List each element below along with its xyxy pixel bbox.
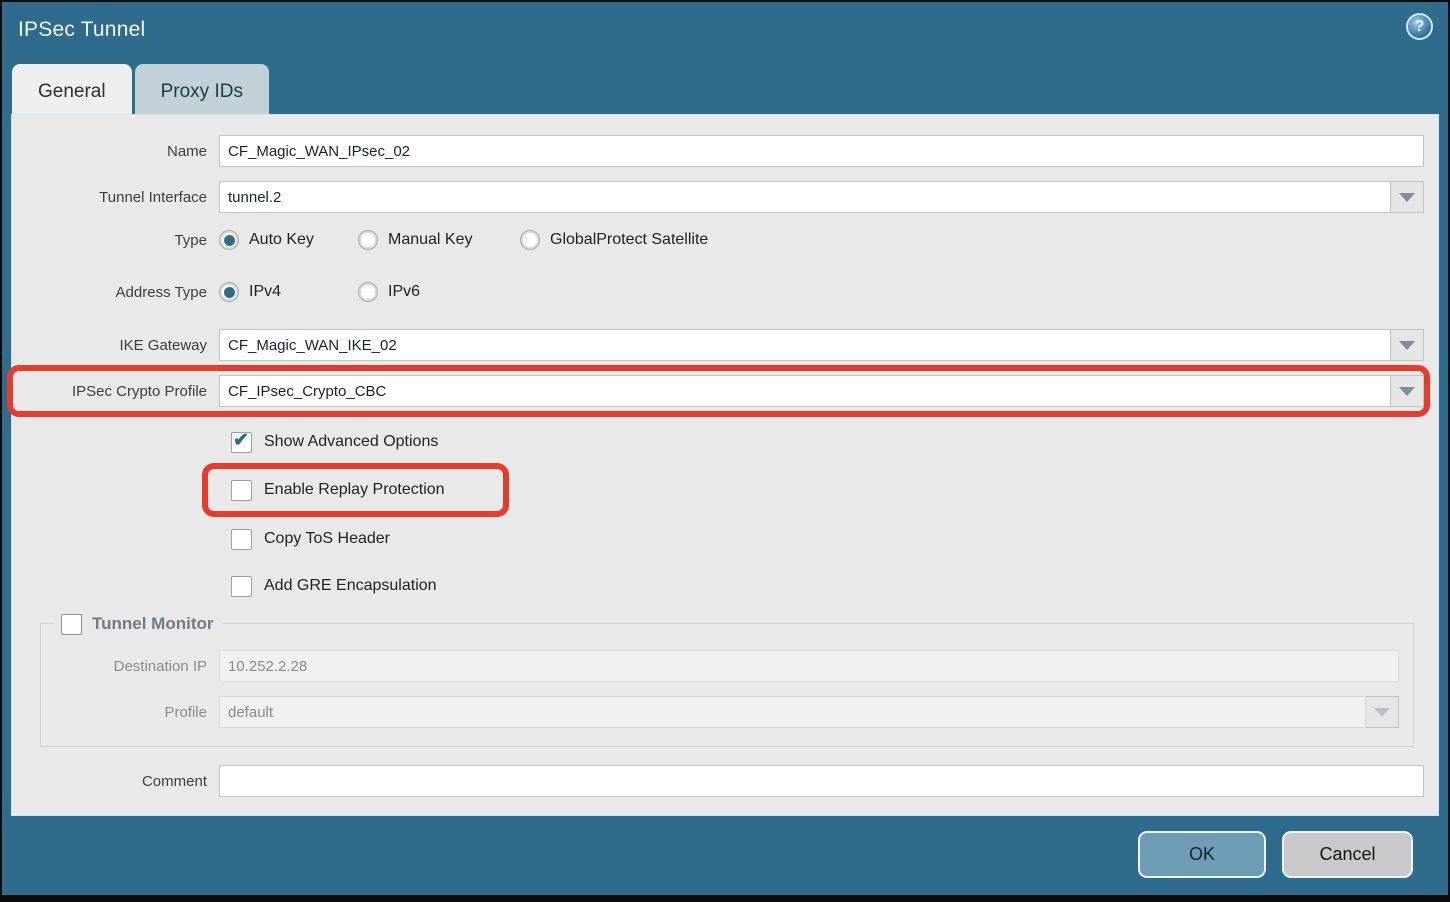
- chevron-down-icon: [1399, 387, 1415, 396]
- tunnel-interface-label: Tunnel Interface: [12, 189, 219, 206]
- profile-dropdown-button: [1366, 696, 1399, 728]
- show-advanced-options-checkbox[interactable]: [231, 432, 252, 453]
- dialog-titlebar: IPSec Tunnel ?: [2, 2, 1448, 64]
- ike-gateway-input[interactable]: CF_Magic_WAN_IKE_02: [219, 329, 1391, 361]
- show-advanced-options-row: Show Advanced Options: [231, 429, 1438, 455]
- profile-label: Profile: [41, 704, 219, 721]
- address-type-option-ipv4[interactable]: IPv4: [219, 282, 358, 302]
- type-label: Type: [12, 232, 219, 249]
- ipsec-crypto-profile-input[interactable]: CF_IPsec_Crypto_CBC: [219, 375, 1391, 407]
- type-option-manual-key[interactable]: Manual Key: [358, 230, 520, 250]
- ipsec-crypto-profile-row: IPSec Crypto Profile CF_IPsec_Crypto_CBC: [12, 375, 1424, 407]
- help-icon[interactable]: ?: [1406, 13, 1433, 40]
- type-row: Type Auto Key Manual Key GlobalProtect S…: [12, 227, 1424, 253]
- profile-input: default: [219, 696, 1366, 728]
- tab-general[interactable]: General: [12, 64, 132, 114]
- destination-ip-row: Destination IP 10.252.2.28: [41, 650, 1399, 682]
- tab-proxy-ids[interactable]: Proxy IDs: [135, 64, 269, 114]
- tunnel-monitor-label: Tunnel Monitor: [92, 614, 214, 634]
- name-input[interactable]: CF_Magic_WAN_IPsec_02: [219, 135, 1424, 167]
- tunnel-monitor-group: Tunnel Monitor Destination IP 10.252.2.2…: [40, 623, 1414, 747]
- tunnel-interface-dropdown-button[interactable]: [1391, 181, 1424, 213]
- radio-selected-icon[interactable]: [219, 230, 239, 250]
- enable-replay-protection-row: Enable Replay Protection: [231, 477, 1438, 503]
- radio-option-label: Auto Key: [249, 231, 314, 249]
- comment-input[interactable]: [219, 765, 1424, 797]
- add-gre-encapsulation-row: Add GRE Encapsulation: [231, 573, 1438, 599]
- name-row: Name CF_Magic_WAN_IPsec_02: [12, 135, 1424, 167]
- comment-row: Comment: [12, 765, 1424, 797]
- dialog-title: IPSec Tunnel: [18, 18, 145, 42]
- add-gre-encapsulation-checkbox[interactable]: [231, 576, 252, 597]
- radio-selected-icon[interactable]: [219, 282, 239, 302]
- checkbox-label: Add GRE Encapsulation: [264, 577, 437, 595]
- address-type-row: Address Type IPv4 IPv6: [12, 279, 1424, 305]
- comment-label: Comment: [12, 773, 219, 790]
- ike-gateway-dropdown-button[interactable]: [1391, 329, 1424, 361]
- ipsec-crypto-profile-label: IPSec Crypto Profile: [12, 383, 219, 400]
- tunnel-interface-input[interactable]: tunnel.2: [219, 181, 1391, 213]
- destination-ip-label: Destination IP: [41, 658, 219, 675]
- ike-gateway-row: IKE Gateway CF_Magic_WAN_IKE_02: [12, 329, 1424, 361]
- checkbox-label: Show Advanced Options: [264, 433, 438, 451]
- destination-ip-input: 10.252.2.28: [219, 650, 1399, 682]
- tunnel-monitor-legend: Tunnel Monitor: [53, 611, 222, 637]
- enable-replay-protection-checkbox[interactable]: [231, 480, 252, 501]
- address-type-option-ipv6[interactable]: IPv6: [358, 282, 420, 302]
- radio-unselected-icon[interactable]: [358, 282, 378, 302]
- address-type-label: Address Type: [12, 284, 219, 301]
- profile-row: Profile default: [41, 696, 1399, 728]
- radio-option-label: GlobalProtect Satellite: [550, 231, 708, 249]
- dialog-button-bar: OK Cancel: [2, 814, 1448, 895]
- checkbox-label: Copy ToS Header: [264, 530, 390, 548]
- radio-option-label: IPv6: [388, 283, 420, 301]
- radio-option-label: IPv4: [249, 283, 281, 301]
- chevron-down-icon: [1399, 341, 1415, 350]
- radio-unselected-icon[interactable]: [520, 230, 540, 250]
- checkbox-label: Enable Replay Protection: [264, 481, 445, 499]
- ipsec-tunnel-dialog: IPSec Tunnel ? General Proxy IDs Name CF…: [2, 2, 1448, 895]
- chevron-down-icon: [1399, 193, 1415, 202]
- copy-tos-header-checkbox[interactable]: [231, 529, 252, 550]
- ipsec-crypto-profile-dropdown-button[interactable]: [1391, 375, 1424, 407]
- copy-tos-header-row: Copy ToS Header: [231, 526, 1438, 552]
- type-option-auto-key[interactable]: Auto Key: [219, 230, 358, 250]
- type-option-globalprotect-satellite[interactable]: GlobalProtect Satellite: [520, 230, 708, 250]
- radio-unselected-icon[interactable]: [358, 230, 378, 250]
- ike-gateway-label: IKE Gateway: [12, 337, 219, 354]
- ok-button[interactable]: OK: [1138, 831, 1266, 878]
- tunnel-monitor-checkbox[interactable]: [61, 614, 82, 635]
- name-label: Name: [12, 143, 219, 160]
- tunnel-interface-row: Tunnel Interface tunnel.2: [12, 181, 1424, 213]
- tab-bar: General Proxy IDs: [12, 64, 1448, 114]
- radio-option-label: Manual Key: [388, 231, 473, 249]
- general-tab-panel: Name CF_Magic_WAN_IPsec_02 Tunnel Interf…: [11, 114, 1439, 816]
- chevron-down-icon: [1374, 708, 1390, 717]
- cancel-button[interactable]: Cancel: [1282, 831, 1413, 878]
